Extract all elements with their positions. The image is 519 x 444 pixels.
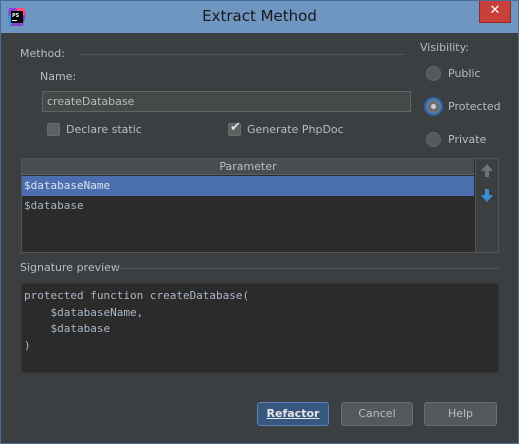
protected-radio[interactable] [426,99,441,114]
visibility-label: Visibility: [420,41,470,54]
declare-static-checkbox[interactable] [47,123,60,136]
parameters-table[interactable]: Parameter $databaseName $database [21,158,499,253]
parameter-column-header[interactable]: Parameter [22,159,474,175]
signature-preview: protected function createDatabase( $data… [21,283,499,373]
close-icon: ✕ [489,3,501,18]
radio-dot-icon [431,104,436,109]
public-label: Public [448,67,481,80]
help-button[interactable]: Help [424,402,497,426]
name-field[interactable] [42,91,411,112]
arrow-down-icon[interactable] [480,187,494,203]
dialog-content: Method: Name: Declare static ✔ Generate … [8,33,511,437]
protected-label: Protected [448,100,501,113]
parameter-order-panel [475,159,498,252]
refactor-button-label: Refactor [266,407,320,420]
checkmark-icon: ✔ [230,120,241,135]
private-label: Private [448,133,487,146]
method-group-label: Method: [20,47,65,60]
title-bar[interactable]: PS Extract Method ✕ [1,1,518,33]
arrow-up-icon[interactable] [480,163,494,179]
extract-method-dialog: PS Extract Method ✕ Method: Name: Declar… [0,0,519,444]
method-group-divider [80,54,404,55]
code-line: $database [24,322,111,335]
name-label: Name: [40,70,77,83]
parameter-row[interactable]: $databaseName [22,176,474,196]
close-button[interactable]: ✕ [479,1,511,23]
code-line: protected function createDatabase( [24,289,250,302]
signature-group-divider [116,268,499,269]
signature-preview-label: Signature preview [20,261,120,274]
generate-phpdoc-label: Generate PhpDoc [247,123,344,136]
declare-static-label: Declare static [66,123,142,136]
generate-phpdoc-checkbox[interactable]: ✔ [228,120,241,136]
cancel-button[interactable]: Cancel [341,402,413,426]
code-line: ) [24,338,31,352]
parameter-row[interactable]: $database [22,196,474,216]
refactor-button[interactable]: Refactor [257,402,329,426]
public-radio[interactable] [426,66,441,81]
private-radio[interactable] [426,132,441,147]
window-title: Extract Method [202,7,317,25]
code-line: $databaseName, [24,305,144,319]
